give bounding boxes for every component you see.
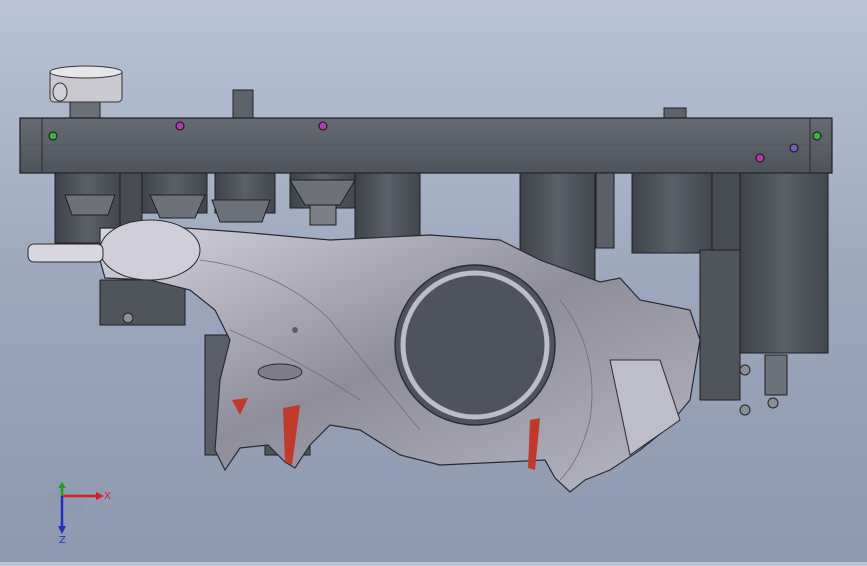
cast-part xyxy=(27,219,701,493)
cad-viewport[interactable]: X Z xyxy=(0,0,867,562)
pin-shaft xyxy=(27,243,104,263)
z-axis-label: Z xyxy=(59,535,66,544)
pressure-gauge xyxy=(49,65,123,119)
x-axis-label: X xyxy=(104,491,111,502)
fixture-model xyxy=(19,65,833,493)
base-plate xyxy=(19,117,833,174)
axis-triad: X Z xyxy=(44,482,114,546)
stud-1 xyxy=(232,89,254,119)
main-bore xyxy=(394,264,556,426)
